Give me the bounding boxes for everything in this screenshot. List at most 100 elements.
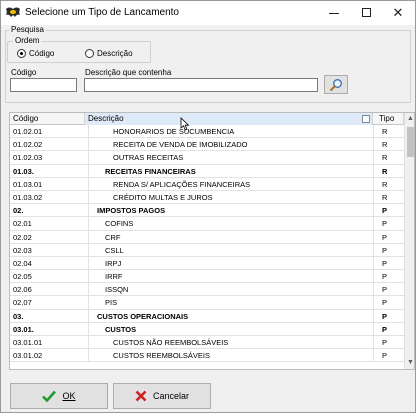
- cell-descricao: HONORARIOS DE SUCUMBENCIA: [88, 125, 373, 138]
- table-row[interactable]: 01.03.02 CRÉDITO MULTAS E JUROS R: [10, 190, 404, 205]
- magnifier-icon: [329, 78, 342, 91]
- vertical-scrollbar[interactable]: ▲ ▼: [404, 113, 414, 369]
- order-radio-codigo-label: Código: [29, 48, 55, 58]
- cell-codigo: 01.03.02: [13, 192, 43, 202]
- cell-tipo: P: [373, 217, 404, 231]
- close-icon: ✕: [392, 5, 404, 20]
- cell-codigo: 02.01: [13, 219, 32, 229]
- cell-tipo: P: [373, 256, 404, 270]
- cell-descricao: COFINS: [88, 217, 373, 231]
- column-header-descricao-label: Descrição: [88, 114, 124, 123]
- description-input[interactable]: [84, 78, 318, 92]
- cell-descricao: CSLL: [88, 243, 373, 257]
- ok-button-label: OK: [62, 391, 76, 401]
- cell-codigo: 03.: [13, 311, 24, 321]
- code-input[interactable]: [10, 78, 77, 92]
- results-grid[interactable]: Código Descrição Tipo 01.02.01 HONORARIOS…: [9, 112, 415, 370]
- ok-button[interactable]: OK: [10, 383, 108, 409]
- table-row[interactable]: 01.03. RECEITAS FINANCEIRAS R: [10, 164, 404, 178]
- table-row[interactable]: 02.02 CRF P: [10, 230, 404, 244]
- table-row[interactable]: 03.01.01 CUSTOS NÃO REEMBOLSÁVEIS P: [10, 336, 404, 350]
- cell-descricao: IRRF: [88, 270, 373, 284]
- table-row[interactable]: 01.02.03 OUTRAS RECEITAS R: [10, 151, 404, 165]
- cell-tipo: P: [373, 230, 404, 244]
- order-group-label: Ordem: [13, 36, 42, 45]
- window-title: Selecione um Tipo de Lancamento: [25, 7, 179, 18]
- cell-tipo: R: [373, 151, 404, 165]
- cell-descricao: RENDA S/ APLICAÇÕES FINANCEIRAS: [88, 177, 373, 191]
- cell-descricao: CUSTOS REEMBOLSÁVEIS: [88, 349, 373, 363]
- maximize-button[interactable]: [351, 1, 381, 25]
- table-row[interactable]: 03.01.02 CUSTOS REEMBOLSÁVEIS P: [10, 349, 404, 363]
- cell-descricao: ISSQN: [88, 283, 373, 297]
- close-button[interactable]: ✕: [383, 1, 413, 25]
- cell-tipo: R: [373, 177, 404, 191]
- scroll-up-icon[interactable]: ▲: [405, 113, 414, 125]
- table-row[interactable]: 02.05 IRRF P: [10, 270, 404, 284]
- cell-descricao: OUTRAS RECEITAS: [88, 151, 373, 165]
- description-field-label: Descrição que contenha: [85, 68, 172, 77]
- cell-descricao: IMPOSTOS PAGOS: [88, 204, 373, 218]
- cancel-button-label: Cancelar: [152, 391, 190, 401]
- cell-tipo: P: [373, 270, 404, 284]
- dialog-window: Selecione um Tipo de Lancamento ✕ Pesqui…: [0, 0, 416, 413]
- cell-codigo: 02.04: [13, 258, 32, 268]
- cancel-button[interactable]: Cancelar: [113, 383, 211, 409]
- cell-codigo: 02.03: [13, 245, 32, 255]
- table-row[interactable]: 02.03 CSLL P: [10, 243, 404, 257]
- cell-descricao: CRF: [88, 230, 373, 244]
- mouse-cursor-icon: [180, 117, 190, 131]
- code-field-label: Código: [11, 68, 37, 77]
- order-radio-descricao[interactable]: Descrição: [85, 47, 133, 59]
- column-header-codigo[interactable]: Código: [10, 113, 85, 125]
- cell-codigo: 01.03.01: [13, 179, 43, 189]
- cell-codigo: 02.: [13, 206, 24, 216]
- cell-descricao: PIS: [88, 296, 373, 310]
- table-row[interactable]: 02.06 ISSQN P: [10, 283, 404, 297]
- search-group-label: Pesquisa: [9, 25, 46, 34]
- cell-codigo: 03.01.01: [13, 338, 43, 347]
- cell-tipo: P: [373, 243, 404, 257]
- bat-icon: [6, 7, 20, 17]
- minimize-button[interactable]: [319, 1, 349, 25]
- cell-codigo: 01.02.01: [13, 127, 43, 136]
- column-header-descricao[interactable]: Descrição: [85, 113, 373, 125]
- cell-tipo: P: [373, 309, 404, 323]
- radio-unchecked-icon: [85, 48, 94, 58]
- table-row[interactable]: 02.07 PIS P: [10, 296, 404, 310]
- cell-descricao: IRPJ: [88, 256, 373, 270]
- cell-tipo: R: [373, 125, 404, 138]
- cell-descricao: CUSTOS NÃO REEMBOLSÁVEIS: [88, 336, 373, 349]
- table-row[interactable]: 01.02.02 RECEITA DE VENDA DE IMOBILIZADO R: [10, 138, 404, 152]
- order-radio-descricao-label: Descrição: [97, 48, 133, 58]
- cell-tipo: P: [373, 322, 404, 336]
- cell-tipo: R: [373, 190, 404, 204]
- table-row[interactable]: 01.03.01 RENDA S/ APLICAÇÕES FINANCEIRAS R: [10, 177, 404, 191]
- cell-tipo: P: [373, 296, 404, 310]
- maximize-icon: [361, 8, 371, 18]
- cell-codigo: 01.03.: [13, 166, 34, 176]
- table-row[interactable]: 02. IMPOSTOS PAGOS P: [10, 204, 404, 218]
- search-button[interactable]: [324, 75, 348, 94]
- cell-codigo: 02.07: [13, 298, 32, 308]
- cell-descricao: CUSTOS OPERACIONAIS: [88, 309, 373, 323]
- cell-codigo: 01.02.02: [13, 140, 43, 150]
- scroll-down-icon[interactable]: ▼: [405, 357, 414, 369]
- scrollbar-thumb[interactable]: [407, 127, 414, 157]
- cell-tipo: R: [373, 138, 404, 152]
- table-row[interactable]: 02.01 COFINS P: [10, 217, 404, 231]
- title-bar: Selecione um Tipo de Lancamento ✕: [1, 1, 415, 25]
- cell-descricao: CUSTOS: [88, 322, 373, 336]
- table-row[interactable]: 02.04 IRPJ P: [10, 256, 404, 271]
- column-header-tipo[interactable]: Tipo: [373, 113, 404, 125]
- checkmark-icon: [42, 390, 57, 402]
- table-row[interactable]: 03.01. CUSTOS P: [10, 322, 404, 336]
- grid-header: Código Descrição Tipo: [10, 113, 404, 125]
- order-radio-codigo[interactable]: Código: [17, 47, 54, 59]
- table-row[interactable]: 01.02.01 HONORARIOS DE SUCUMBENCIA R: [10, 125, 404, 139]
- cell-codigo: 02.02: [13, 232, 32, 242]
- cell-codigo: 03.01.02: [13, 351, 43, 361]
- filter-icon[interactable]: [362, 115, 370, 123]
- table-row[interactable]: 03. CUSTOS OPERACIONAIS P: [10, 309, 404, 323]
- cell-codigo: 02.05: [13, 272, 32, 282]
